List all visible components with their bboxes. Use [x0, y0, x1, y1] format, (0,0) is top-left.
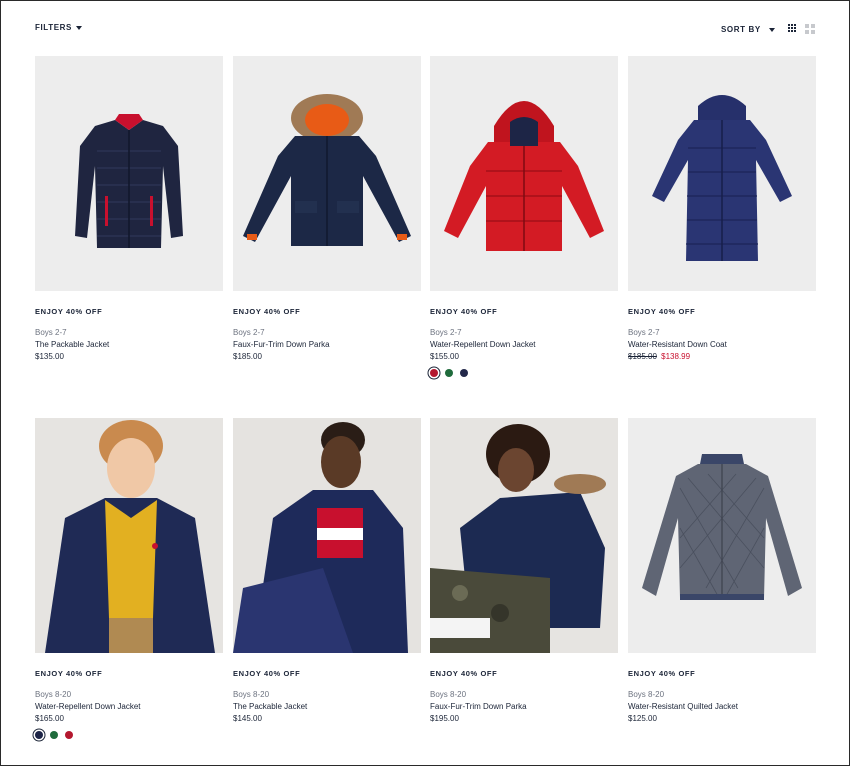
sort-by-dropdown[interactable]: SORT BY [721, 25, 775, 34]
color-swatch[interactable] [460, 369, 468, 377]
product-category: Boys 2-7 [430, 328, 462, 337]
promo-label: ENJOY 40% OFF [628, 307, 696, 316]
product-category: Boys 8-20 [233, 690, 270, 699]
product-card[interactable]: ENJOY 40% OFF Boys 2-7 Faux-Fur-Trim Dow… [233, 56, 421, 361]
filters-label: FILTERS [35, 23, 72, 32]
product-price: $145.00 [233, 714, 262, 723]
original-price: $185.00 [628, 352, 657, 361]
product-name[interactable]: Faux-Fur-Trim Down Parka [430, 702, 527, 711]
product-category: Boys 2-7 [35, 328, 67, 337]
product-price: $165.00 [35, 714, 64, 723]
promo-label: ENJOY 40% OFF [233, 669, 301, 678]
product-image[interactable] [233, 56, 421, 291]
sale-price: $138.99 [661, 352, 691, 361]
filters-button[interactable]: FILTERS [35, 23, 82, 32]
color-swatch[interactable] [445, 369, 453, 377]
product-price: $195.00 [430, 714, 459, 723]
product-name[interactable]: Faux-Fur-Trim Down Parka [233, 340, 330, 349]
promo-label: ENJOY 40% OFF [35, 307, 103, 316]
product-card[interactable]: ENJOY 40% OFF Boys 8-20 Water-Resistant … [628, 418, 816, 723]
product-image[interactable] [233, 418, 421, 653]
caret-down-icon [75, 25, 82, 30]
color-swatches [35, 731, 73, 739]
color-swatch[interactable] [65, 731, 73, 739]
promo-label: ENJOY 40% OFF [35, 669, 103, 678]
product-price: $135.00 [35, 352, 64, 361]
product-card[interactable]: ENJOY 40% OFF Boys 8-20 Water-Repellent … [35, 418, 223, 739]
product-category: Boys 2-7 [628, 328, 660, 337]
product-price: $155.00 [430, 352, 459, 361]
product-card[interactable]: ENJOY 40% OFF Boys 8-20 Faux-Fur-Trim Do… [430, 418, 618, 723]
product-image[interactable] [430, 418, 618, 653]
product-image[interactable] [35, 418, 223, 653]
promo-label: ENJOY 40% OFF [430, 307, 498, 316]
caret-down-icon [768, 27, 775, 32]
product-category: Boys 2-7 [233, 328, 265, 337]
product-name[interactable]: The Packable Jacket [35, 340, 109, 349]
color-swatch[interactable] [50, 731, 58, 739]
product-price: $185.00 $138.99 [628, 352, 690, 361]
color-swatch[interactable] [430, 369, 438, 377]
product-name[interactable]: Water-Resistant Down Coat [628, 340, 727, 349]
product-category: Boys 8-20 [35, 690, 72, 699]
product-image[interactable] [430, 56, 618, 291]
product-image[interactable] [35, 56, 223, 291]
product-price: $185.00 [233, 352, 262, 361]
product-name[interactable]: The Packable Jacket [233, 702, 307, 711]
product-image[interactable] [628, 56, 816, 291]
product-price: $125.00 [628, 714, 657, 723]
product-name[interactable]: Water-Repellent Down Jacket [35, 702, 141, 711]
promo-label: ENJOY 40% OFF [233, 307, 301, 316]
product-card[interactable]: ENJOY 40% OFF Boys 2-7 Water-Resistant D… [628, 56, 816, 361]
promo-label: ENJOY 40% OFF [628, 669, 696, 678]
product-name[interactable]: Water-Repellent Down Jacket [430, 340, 536, 349]
product-card[interactable]: ENJOY 40% OFF Boys 2-7 Water-Repellent D… [430, 56, 618, 377]
product-image[interactable] [628, 418, 816, 653]
grid-4-column-icon[interactable] [788, 24, 796, 32]
color-swatch[interactable] [35, 731, 43, 739]
sort-by-label: SORT BY [721, 25, 761, 34]
product-category: Boys 8-20 [628, 690, 665, 699]
product-card[interactable]: ENJOY 40% OFF Boys 8-20 The Packable Jac… [233, 418, 421, 723]
promo-label: ENJOY 40% OFF [430, 669, 498, 678]
color-swatches [430, 369, 468, 377]
grid-2-column-icon[interactable] [805, 24, 815, 34]
product-name[interactable]: Water-Resistant Quilted Jacket [628, 702, 738, 711]
product-category: Boys 8-20 [430, 690, 467, 699]
product-card[interactable]: ENJOY 40% OFF Boys 2-7 The Packable Jack… [35, 56, 223, 361]
